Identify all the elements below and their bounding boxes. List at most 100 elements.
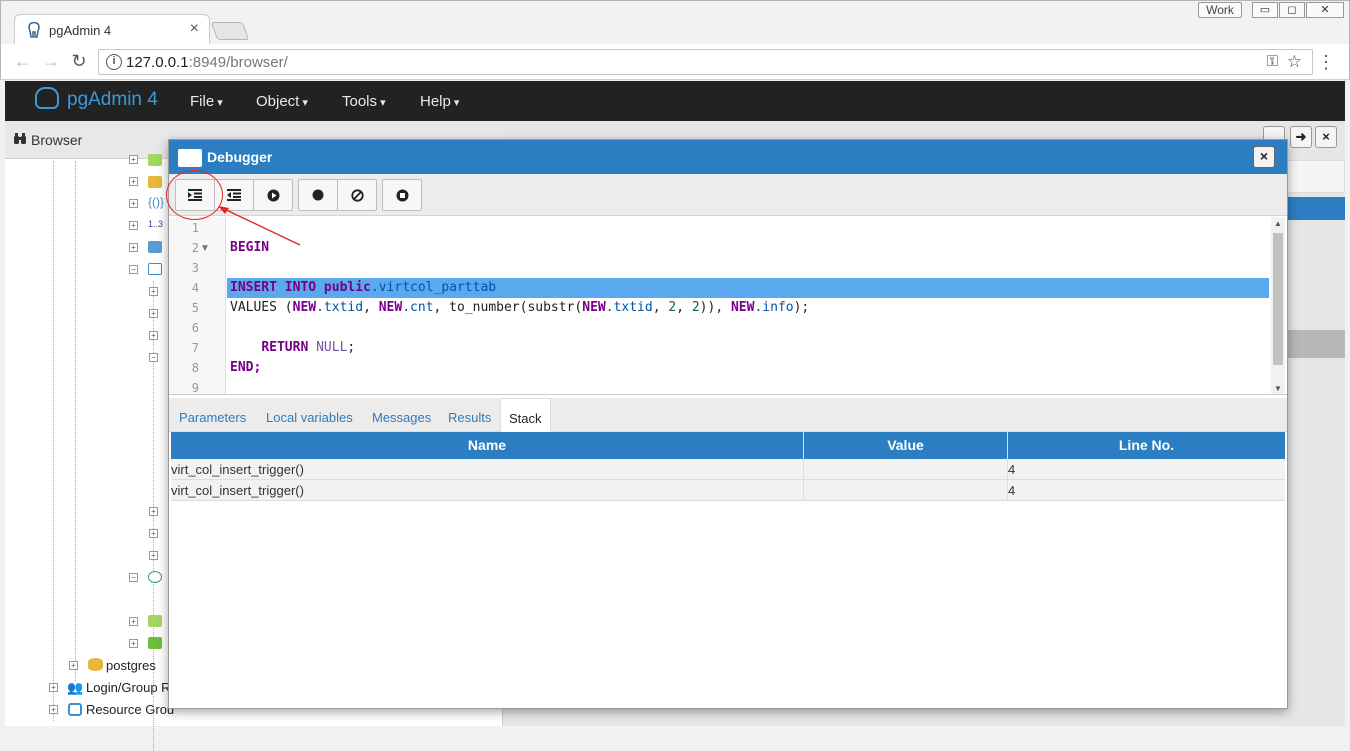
- brand-name: pgAdmin 4: [67, 89, 158, 111]
- scroll-down-icon[interactable]: ▼: [1274, 384, 1282, 393]
- tab-parameters[interactable]: Parameters: [179, 398, 246, 432]
- tree-expander[interactable]: +: [149, 331, 158, 340]
- fold-arrow-icon[interactable]: ▼: [200, 243, 210, 254]
- code-line: VALUES (NEW.txtid, NEW.cnt, to_number(su…: [230, 300, 810, 315]
- line-number[interactable]: 7: [169, 341, 199, 355]
- toggle-breakpoint-button[interactable]: [298, 179, 338, 211]
- column-header-line-no[interactable]: Line No.: [1008, 432, 1285, 459]
- line-number[interactable]: 8: [169, 361, 199, 375]
- url-input[interactable]: i 127.0.0.1:8949/browser/ ⚿ ☆: [98, 49, 1313, 75]
- debugger-titlebar[interactable]: Debugger ×: [169, 140, 1287, 174]
- tree-expander[interactable]: +: [129, 617, 138, 626]
- debugger-toolbar: [169, 174, 1287, 216]
- tab-close-icon[interactable]: ×: [190, 20, 199, 38]
- tree-expander[interactable]: +: [69, 661, 78, 670]
- profile-badge[interactable]: Work: [1198, 2, 1242, 18]
- tree-expander[interactable]: +: [129, 639, 138, 648]
- table-row[interactable]: virt_col_insert_trigger() 4: [171, 480, 1285, 501]
- key-icon[interactable]: ⚿: [1267, 53, 1278, 70]
- tree-item-postgres[interactable]: postgres: [106, 658, 156, 673]
- tab-stack[interactable]: Stack: [500, 398, 551, 432]
- line-number[interactable]: 4: [169, 281, 199, 295]
- tree-guide-line: [75, 161, 76, 681]
- pgadmin-elephant-icon: [35, 87, 59, 109]
- tree-expander[interactable]: +: [149, 551, 158, 560]
- step-over-icon: [227, 189, 241, 201]
- tree-expander[interactable]: +: [129, 199, 138, 208]
- browser-panel-title: Browser: [31, 132, 83, 148]
- minimize-button[interactable]: ▭: [1252, 2, 1278, 18]
- cell-value: [804, 480, 1008, 501]
- tree-item-login-group-roles[interactable]: Login/Group R: [86, 680, 171, 695]
- tree-item-resource-groups[interactable]: Resource Grou: [86, 702, 174, 717]
- debugger-panel-tabs: Parameters Local variables Messages Resu…: [169, 398, 1287, 432]
- tree-expander[interactable]: +: [149, 529, 158, 538]
- tree-expander[interactable]: +: [49, 683, 58, 692]
- tree-guide-line: [53, 161, 54, 721]
- pgadmin-navbar: pgAdmin 4 File Object Tools Help: [5, 81, 1345, 121]
- line-number[interactable]: 9: [169, 381, 199, 394]
- new-tab-button[interactable]: [210, 22, 250, 40]
- panel-arrow-icon[interactable]: ➜: [1290, 126, 1312, 148]
- tab-local-variables[interactable]: Local variables: [266, 398, 353, 432]
- tree-expander[interactable]: +: [129, 155, 138, 164]
- tree-expander[interactable]: −: [149, 353, 158, 362]
- tree-expander[interactable]: +: [149, 309, 158, 318]
- tab-messages[interactable]: Messages: [372, 398, 431, 432]
- tree-node-icon: [148, 176, 162, 188]
- database-icon: [88, 658, 103, 671]
- function-icon: {()}: [148, 195, 165, 209]
- menu-object[interactable]: Object: [256, 93, 308, 110]
- line-number[interactable]: 6: [169, 321, 199, 335]
- code-line: BEGIN: [230, 240, 270, 255]
- line-number[interactable]: 1: [169, 221, 199, 235]
- bookmark-star-icon[interactable]: ☆: [1287, 52, 1302, 72]
- close-window-button[interactable]: ✕: [1306, 2, 1344, 18]
- menu-file[interactable]: File: [190, 93, 223, 110]
- tree-expander[interactable]: −: [129, 573, 138, 582]
- tree-node-icon: [148, 154, 162, 166]
- clear-breakpoints-button[interactable]: [337, 179, 377, 211]
- table-row[interactable]: virt_col_insert_trigger() 4: [171, 459, 1285, 480]
- chrome-menu-icon[interactable]: ⋮: [1317, 52, 1335, 73]
- debugger-dialog: Debugger × 1 2 ▼ 3 4 5 6 7 8 9 BEGIN INS…: [168, 139, 1288, 709]
- line-number[interactable]: 5: [169, 301, 199, 315]
- sequence-icon: 1..3: [148, 219, 164, 229]
- reload-icon[interactable]: ↻: [69, 51, 89, 72]
- panel-selected-row: [1286, 197, 1345, 220]
- menu-tools[interactable]: Tools: [342, 93, 386, 110]
- debugger-window-icon: [178, 149, 202, 167]
- line-number[interactable]: 2: [169, 241, 199, 255]
- menu-help[interactable]: Help: [420, 93, 459, 110]
- tree-expander[interactable]: +: [129, 177, 138, 186]
- tree-expander[interactable]: +: [49, 705, 58, 714]
- stop-button[interactable]: [382, 179, 422, 211]
- tree-node-icon: [148, 637, 162, 649]
- tree-expander[interactable]: +: [129, 221, 138, 230]
- url-host: 127.0.0.1: [126, 54, 189, 71]
- line-number[interactable]: 3: [169, 261, 199, 275]
- panel-close-icon[interactable]: ×: [1315, 126, 1337, 148]
- brand-logo[interactable]: pgAdmin 4: [35, 87, 158, 111]
- back-arrow-icon[interactable]: ←: [13, 51, 33, 72]
- url-path: :8949/browser/: [188, 54, 288, 71]
- restore-button[interactable]: ◻: [1279, 2, 1305, 18]
- browser-tab[interactable]: pgAdmin 4 ×: [14, 14, 210, 44]
- code-editor[interactable]: 1 2 ▼ 3 4 5 6 7 8 9 BEGIN INSERT INTO pu…: [169, 217, 1287, 395]
- site-info-icon[interactable]: i: [106, 54, 122, 70]
- tree-expander[interactable]: +: [129, 243, 138, 252]
- editor-scrollbar[interactable]: ▲ ▼: [1271, 217, 1285, 394]
- column-header-name[interactable]: Name: [171, 432, 804, 459]
- tree-expander[interactable]: +: [149, 287, 158, 296]
- column-header-value[interactable]: Value: [804, 432, 1008, 459]
- debugger-close-button[interactable]: ×: [1253, 146, 1275, 168]
- scroll-up-icon[interactable]: ▲: [1274, 219, 1282, 228]
- tab-results[interactable]: Results: [448, 398, 491, 432]
- resource-groups-icon: [68, 703, 82, 716]
- tree-node-icon: [148, 571, 162, 583]
- forward-arrow-icon[interactable]: →: [41, 51, 61, 72]
- tree-expander[interactable]: −: [129, 265, 138, 274]
- tree-expander[interactable]: +: [149, 507, 158, 516]
- code-line: END;: [230, 360, 262, 375]
- scrollbar-thumb[interactable]: [1273, 233, 1283, 365]
